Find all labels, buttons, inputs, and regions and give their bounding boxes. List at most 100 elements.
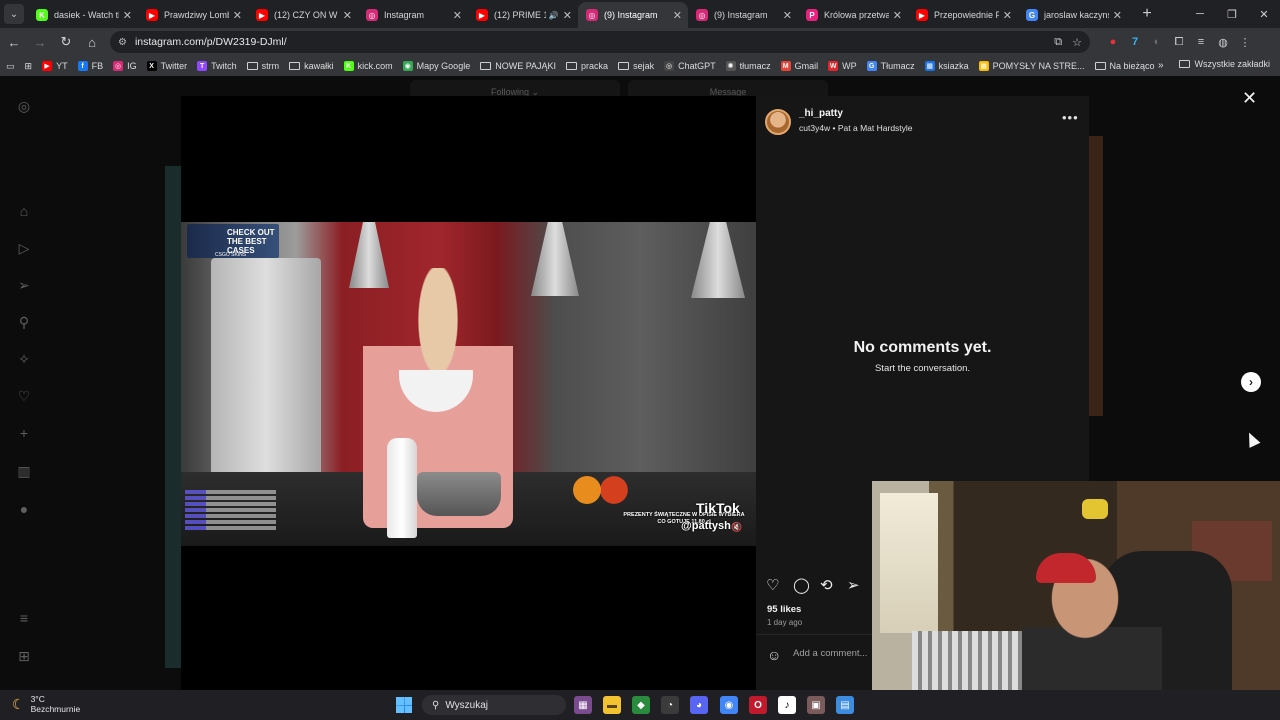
search-icon[interactable]: ⚲ — [14, 312, 34, 332]
media-controls-icon[interactable]: ≡ — [1190, 36, 1212, 48]
new-tab-button[interactable]: + — [1138, 5, 1156, 23]
reload-button[interactable]: ↻ — [54, 30, 78, 54]
bookmarks-overflow-button[interactable]: » — [1158, 60, 1164, 71]
minimize-icon[interactable]: ─ — [1184, 0, 1216, 28]
browser-tab[interactable]: Kdasiek - Watch th ✕ — [28, 2, 138, 28]
tab-close-icon[interactable]: ✕ — [233, 9, 242, 22]
discord-icon[interactable]: ◕ — [690, 696, 708, 714]
windows-start-icon[interactable] — [396, 697, 412, 713]
browser-menu-icon[interactable]: ⋮ — [1234, 36, 1256, 49]
author-username[interactable]: _hi_patty — [799, 108, 843, 119]
bookmark-item[interactable]: ▦ POMYSŁY NA STRE... — [978, 61, 1085, 71]
browser-tab[interactable]: ▶ (12) PRIME 1(🔊 ✕ — [468, 2, 578, 28]
address-bar[interactable]: ⚙ instagram.com/p/DW2319-DJml/ ⧉ ☆ — [110, 31, 1090, 53]
browser-tab[interactable]: ◎ (9) Instagram ✕ — [578, 2, 688, 28]
tab-close-icon[interactable]: ✕ — [783, 9, 792, 22]
restore-icon[interactable]: ❐ — [1216, 0, 1248, 28]
close-window-icon[interactable]: ✕ — [1248, 0, 1280, 28]
bookmark-item[interactable]: ◉ Mapy Google — [402, 61, 470, 71]
tab-search-button[interactable]: ⌄ — [4, 4, 24, 24]
bookmark-folder[interactable]: strm — [246, 61, 279, 71]
seven-tv-extension-icon[interactable]: 7 — [1124, 36, 1146, 48]
bookmark-folder[interactable]: kawałki — [289, 61, 334, 71]
site-info-icon[interactable]: ⚙ — [118, 37, 127, 48]
back-button[interactable]: ← — [2, 30, 26, 54]
bookmark-item[interactable]: W WP — [828, 61, 857, 71]
sidebar-toggle-icon[interactable]: ▭ — [6, 61, 15, 72]
tiktok-app-icon[interactable]: ♪ — [778, 696, 796, 714]
more-menu-icon[interactable]: ≡ — [14, 608, 34, 628]
opera-icon[interactable]: O — [749, 696, 767, 714]
tab-close-icon[interactable]: ✕ — [1003, 9, 1012, 22]
weather-widget[interactable]: ☾ 3°C Bezchmurnie — [12, 694, 80, 714]
likes-count[interactable]: 95 likes — [767, 604, 801, 615]
bookmark-item[interactable]: ▶ YT — [42, 61, 68, 71]
taskbar-search[interactable]: ⚲ Wyszukaj — [422, 695, 566, 715]
install-app-icon[interactable]: ⧉ — [1054, 36, 1062, 49]
url-text[interactable]: instagram.com/p/DW2319-DJml/ — [135, 36, 1044, 48]
video-frame[interactable]: CHECK OUT THE BEST CASES CSGO SKINS PREZ… — [181, 222, 756, 546]
all-bookmarks-folder[interactable]: Wszystkie zakładki — [1179, 59, 1270, 69]
browser-tab[interactable]: ▶ Prawdziwy Lomba ✕ — [138, 2, 248, 28]
bookmark-item[interactable]: f FB — [77, 61, 103, 71]
notifications-heart-icon[interactable]: ♡ — [14, 386, 34, 406]
browser-tab[interactable]: ▶ (12) CZY ON W C ✕ — [248, 2, 358, 28]
record-extension-icon[interactable]: ● — [1102, 36, 1124, 48]
apps-grid-icon[interactable]: ⊞ — [25, 61, 33, 72]
profile-avatar-icon[interactable]: ◍ — [1212, 36, 1234, 49]
bookmark-item[interactable]: Kkick.com — [343, 61, 393, 71]
repost-icon[interactable]: ⟲ — [820, 576, 847, 594]
messages-icon[interactable]: ➢ — [14, 275, 34, 295]
bookmark-folder[interactable]: Na bieżąco — [1094, 61, 1155, 71]
browser-tab[interactable]: ◎ Instagram ✕ — [358, 2, 468, 28]
bookmark-item[interactable]: G Tłumacz — [866, 61, 915, 71]
reels-icon[interactable]: ▷ — [14, 238, 34, 258]
next-post-chevron-icon[interactable]: › — [1241, 372, 1261, 392]
bookmark-item[interactable]: ◎ IG — [113, 61, 137, 71]
author-subline[interactable]: cut3y4w • Pat a Mat Hardstyle — [799, 123, 913, 133]
dashboard-icon[interactable]: ▥ — [14, 461, 34, 481]
bookmark-folder[interactable]: pracka — [566, 61, 608, 71]
bookmark-item[interactable]: X Twitter — [146, 61, 187, 71]
explore-icon[interactable]: ✧ — [14, 349, 34, 369]
bookmark-folder[interactable]: NOWE PAJĄKI — [480, 61, 556, 71]
mute-icon[interactable]: 🔇 — [731, 522, 742, 533]
share-icon[interactable]: ➢ — [847, 576, 874, 594]
app-icon[interactable]: ▣ — [807, 696, 825, 714]
forward-button[interactable]: → — [28, 30, 52, 54]
tab-audio-icon[interactable]: 🔊 — [549, 11, 559, 20]
tab-close-icon[interactable]: ✕ — [343, 9, 352, 22]
bookmark-item[interactable]: ◎ ChatGPT — [664, 61, 716, 71]
extension-icon[interactable]: ◐ — [1146, 36, 1168, 48]
post-media[interactable]: CHECK OUT THE BEST CASES CSGO SKINS PREZ… — [181, 96, 756, 690]
notepad-icon[interactable]: ▤ — [836, 696, 854, 714]
home-icon[interactable]: ⌂ — [14, 201, 34, 221]
app-icon[interactable]: ▦ — [574, 696, 592, 714]
bookmark-item[interactable]: ✺ tłumacz — [725, 61, 771, 71]
emoji-icon[interactable]: ☺ — [767, 647, 781, 663]
bookmark-folder[interactable]: sejak — [618, 61, 654, 71]
browser-tab[interactable]: ◎ (9) Instagram ✕ — [688, 2, 798, 28]
chrome-icon[interactable]: ◉ — [720, 696, 738, 714]
author-avatar[interactable] — [765, 109, 791, 135]
tab-close-icon[interactable]: ✕ — [453, 9, 462, 22]
comment-input[interactable] — [793, 648, 883, 659]
tab-close-icon[interactable]: ✕ — [563, 9, 572, 22]
tab-close-icon[interactable]: ✕ — [1113, 9, 1122, 22]
bookmark-item[interactable]: T Twitch — [197, 61, 237, 71]
also-from-meta-icon[interactable]: ⊞ — [14, 646, 34, 666]
shield-app-icon[interactable]: ◆ — [632, 696, 650, 714]
file-explorer-icon[interactable]: ▬ — [603, 696, 621, 714]
puzzle-extensions-icon[interactable]: ⧠ — [1168, 36, 1190, 49]
bookmark-item[interactable]: M Gmail — [780, 61, 818, 71]
create-plus-icon[interactable]: + — [14, 423, 34, 443]
profile-avatar-icon[interactable]: ● — [14, 499, 34, 519]
tab-close-icon[interactable]: ✕ — [673, 9, 682, 22]
bookmark-star-icon[interactable]: ☆ — [1072, 36, 1082, 49]
like-heart-icon[interactable]: ♡ — [766, 576, 793, 594]
bookmark-item[interactable]: ▦ ksiazka — [924, 61, 969, 71]
obs-icon[interactable]: ◔ — [661, 696, 679, 714]
comment-icon[interactable]: ◯ — [793, 576, 820, 594]
instagram-logo-icon[interactable]: ◎ — [14, 96, 34, 116]
browser-tab[interactable]: Gjaroslaw kaczynsk ✕ — [1018, 2, 1128, 28]
